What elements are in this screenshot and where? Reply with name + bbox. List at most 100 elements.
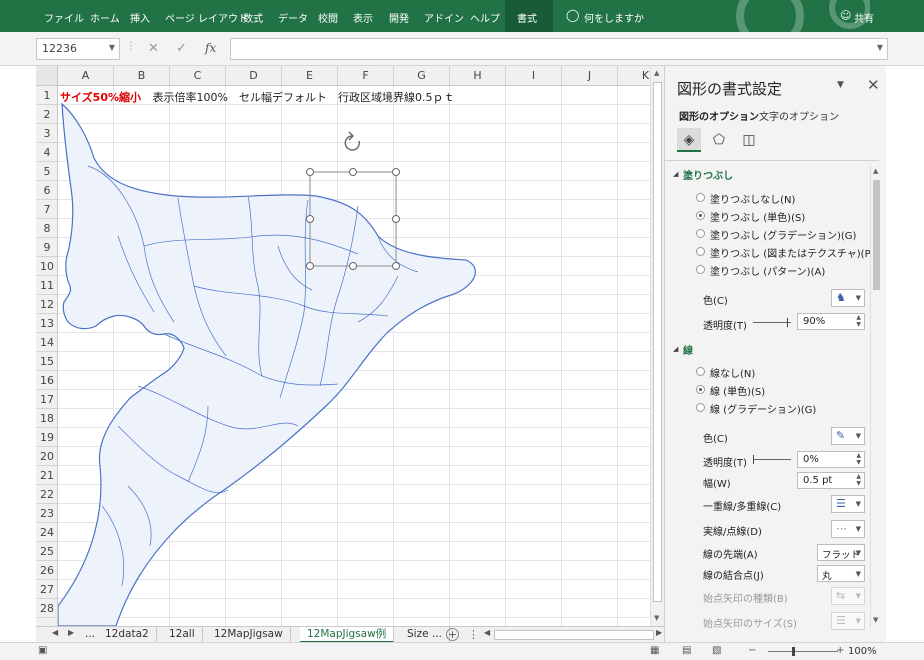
row-header[interactable]: 11: [36, 276, 57, 295]
column-header[interactable]: F: [338, 66, 394, 85]
row-header[interactable]: 27: [36, 580, 57, 599]
line-transparency-input[interactable]: 0% ▲ ▼: [797, 451, 865, 468]
row-header[interactable]: 6: [36, 181, 57, 200]
spin-arrows-icon[interactable]: ▲ ▼: [856, 473, 861, 487]
line-transparency-slider[interactable]: [753, 455, 791, 464]
prev-sheet-icon[interactable]: ◀: [52, 628, 58, 637]
tab-help[interactable]: ヘルプ: [470, 10, 500, 25]
column-header[interactable]: A: [58, 66, 114, 85]
map-prefecture-shape[interactable]: [58, 102, 476, 626]
tab-addins[interactable]: アドイン: [424, 10, 464, 25]
sheet-tab-12mapjigsaw[interactable]: 12MapJigsaw: [207, 627, 291, 643]
line-width-input[interactable]: 0.5 pt ▲ ▼: [797, 472, 865, 489]
scroll-up-icon[interactable]: ▲: [654, 69, 659, 77]
tab-insert[interactable]: 挿入: [130, 10, 150, 25]
fill-option-radio[interactable]: [696, 229, 705, 238]
tab-home[interactable]: ホーム: [90, 10, 120, 25]
add-sheet-icon[interactable]: +: [446, 628, 459, 641]
column-header[interactable]: E: [282, 66, 338, 85]
column-header[interactable]: D: [226, 66, 282, 85]
vertical-scrollbar[interactable]: ▲ ▼: [650, 66, 664, 626]
slider-knob[interactable]: [753, 455, 754, 464]
fill-pattern-label[interactable]: 塗りつぶし (パターン)(A): [710, 263, 825, 278]
column-header[interactable]: K: [618, 66, 650, 85]
row-header[interactable]: 19: [36, 428, 57, 447]
share-button[interactable]: 共有: [854, 10, 874, 25]
line-option-radio[interactable]: [696, 385, 705, 394]
row-header[interactable]: 5: [36, 162, 57, 181]
row-header[interactable]: 28: [36, 599, 57, 618]
fill-gradient-label[interactable]: 塗りつぶし (グラデーション)(G): [710, 227, 856, 242]
chevron-down-icon[interactable]: ▼: [877, 43, 883, 52]
horizontal-scrollbar[interactable]: [494, 630, 654, 640]
row-header[interactable]: 10: [36, 257, 57, 276]
tab-view[interactable]: 表示: [353, 10, 373, 25]
size-properties-icon[interactable]: ◫: [737, 128, 761, 152]
dash-type-button[interactable]: ⋯ ▼: [831, 520, 865, 538]
row-header[interactable]: 15: [36, 352, 57, 371]
row-header[interactable]: 3: [36, 124, 57, 143]
tab-page-layout[interactable]: ページ レイアウト: [165, 10, 248, 25]
tab-review[interactable]: 校閲: [318, 10, 338, 25]
row-header[interactable]: 4: [36, 143, 57, 162]
scroll-up-icon[interactable]: ▲: [873, 167, 878, 175]
column-header[interactable]: G: [394, 66, 450, 85]
column-header[interactable]: H: [450, 66, 506, 85]
fill-option-radio[interactable]: [696, 193, 705, 202]
sheet-tab-12all[interactable]: 12all: [162, 627, 203, 643]
page-break-view-icon[interactable]: ▧: [712, 645, 721, 656]
row-header[interactable]: 20: [36, 447, 57, 466]
enter-check-icon[interactable]: ✓: [176, 41, 187, 56]
tell-me-search[interactable]: 何をしますか: [584, 10, 644, 25]
row-header[interactable]: 13: [36, 314, 57, 333]
chiba-map[interactable]: [58, 86, 650, 626]
line-solid-label[interactable]: 線 (単色)(S): [710, 383, 765, 398]
row-header[interactable]: 23: [36, 504, 57, 523]
zoom-out-icon[interactable]: −: [748, 645, 756, 656]
spin-arrows-icon[interactable]: ▲ ▼: [856, 314, 861, 328]
page-layout-view-icon[interactable]: ▤: [682, 645, 691, 656]
row-header[interactable]: 26: [36, 561, 57, 580]
row-header[interactable]: 16: [36, 371, 57, 390]
pane-scroll-thumb[interactable]: [873, 180, 880, 290]
row-header[interactable]: 22: [36, 485, 57, 504]
fill-picture-label[interactable]: 塗りつぶし (図またはテクスチャ)(P): [710, 245, 875, 260]
row-header[interactable]: 2: [36, 105, 57, 124]
zoom-slider[interactable]: [768, 651, 838, 652]
row-header[interactable]: 9: [36, 238, 57, 257]
normal-view-icon[interactable]: ▦: [650, 645, 659, 656]
scroll-down-icon[interactable]: ▼: [873, 616, 878, 624]
column-header[interactable]: J: [562, 66, 618, 85]
fill-option-radio[interactable]: [696, 265, 705, 274]
row-header[interactable]: 25: [36, 542, 57, 561]
zoom-percent[interactable]: 100%: [848, 646, 877, 657]
fill-line-icon[interactable]: ◈: [677, 128, 701, 152]
sheet-tab-size[interactable]: Size ...: [400, 627, 450, 643]
column-header[interactable]: B: [114, 66, 170, 85]
macro-record-icon[interactable]: ▣: [38, 645, 47, 656]
row-header[interactable]: 14: [36, 333, 57, 352]
pane-options-icon[interactable]: ▼: [837, 80, 844, 90]
line-none-label[interactable]: 線なし(N): [710, 365, 755, 380]
sheet-tab-12data2[interactable]: 12data2: [98, 627, 157, 643]
cancel-icon[interactable]: ✕: [148, 41, 159, 56]
line-section-header[interactable]: 線: [683, 342, 693, 357]
join-type-select[interactable]: 丸 ▼: [817, 565, 865, 582]
chevron-down-icon[interactable]: ▼: [109, 43, 115, 52]
fill-transparency-slider[interactable]: [753, 318, 791, 327]
tab-developer[interactable]: 開発: [389, 10, 409, 25]
fill-section-header[interactable]: 塗りつぶし: [683, 167, 733, 182]
begin-arrow-type-button[interactable]: ⇆ ▼: [831, 587, 865, 605]
insert-function-button[interactable]: fx: [205, 41, 216, 55]
collapse-triangle-icon[interactable]: ◢: [673, 170, 678, 178]
row-header[interactable]: 18: [36, 409, 57, 428]
slider-knob[interactable]: [787, 318, 788, 327]
scroll-left-icon[interactable]: ◀: [484, 628, 490, 637]
cap-type-select[interactable]: フラット ▼: [817, 544, 865, 561]
fill-transparency-input[interactable]: 90% ▲ ▼: [797, 313, 865, 330]
fill-option-radio[interactable]: [696, 211, 705, 220]
line-color-button[interactable]: ✎ ▼: [831, 427, 865, 445]
row-header[interactable]: 12: [36, 295, 57, 314]
row-header[interactable]: 17: [36, 390, 57, 409]
compound-type-button[interactable]: ☰ ▼: [831, 495, 865, 513]
